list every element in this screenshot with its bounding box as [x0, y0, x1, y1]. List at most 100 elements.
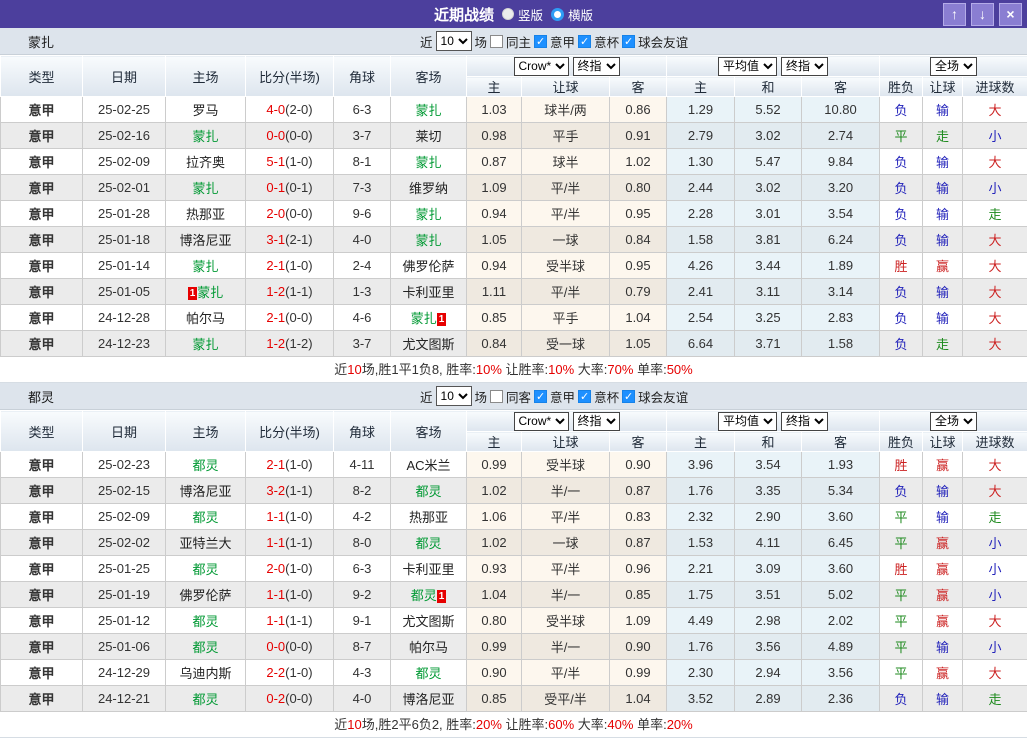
- avg-away-cell: 10.80: [802, 97, 880, 123]
- home-team-cell: 都灵: [166, 452, 246, 478]
- team-name-text: 都灵1: [411, 588, 447, 603]
- move-up-button[interactable]: ↑: [943, 3, 966, 26]
- avg-source-header: 平均值终指: [667, 411, 880, 432]
- promotion-badge: 1: [437, 590, 447, 603]
- layout-radio-horizontal[interactable]: 横版: [551, 5, 593, 24]
- team-name-text: 尤文图斯: [402, 614, 454, 629]
- sub-column-header-5: 客: [802, 77, 880, 97]
- corner-cell: 8-1: [334, 149, 391, 175]
- result-handicap-cell: 走: [923, 331, 963, 357]
- date-cell: 25-01-14: [83, 253, 166, 279]
- away-team-cell: 佛罗伦萨: [391, 253, 467, 279]
- avg-home-cell: 4.49: [667, 608, 735, 634]
- avg-company-select[interactable]: 平均值: [718, 57, 777, 76]
- team-name-text: 莱切: [415, 129, 441, 144]
- result-handicap-cell: 赢: [923, 556, 963, 582]
- result-outcome-cell: 胜: [880, 452, 923, 478]
- results-table: 类型日期主场比分(半场)角球客场Crow*终指平均值终指全场主让球客主和客胜负让…: [0, 55, 1027, 357]
- avg-away-cell: 9.84: [802, 149, 880, 175]
- team-name-text: 蒙扎: [415, 233, 441, 248]
- summary-row: 近10场,胜2平6负2, 胜率:20% 让胜率:60% 大率:40% 单率:20…: [0, 712, 1027, 738]
- radio-selected-icon[interactable]: [502, 8, 514, 20]
- scope-select[interactable]: 全场: [930, 57, 977, 76]
- result-handicap-cell: 赢: [923, 660, 963, 686]
- odds-mode-select[interactable]: 终指: [573, 57, 620, 76]
- column-header-4: 角球: [334, 411, 391, 452]
- table-row: 意甲24-12-29乌迪内斯2-2(1-0)4-3都灵0.90平/半0.992.…: [1, 660, 1027, 686]
- odds-handicap-cell: 平/半: [522, 556, 610, 582]
- odds-handicap-cell: 平/半: [522, 660, 610, 686]
- odds-mode-select[interactable]: 终指: [573, 412, 620, 431]
- result-handicap-cell: 输: [923, 227, 963, 253]
- close-button[interactable]: ×: [999, 3, 1022, 26]
- corner-cell: 1-3: [334, 279, 391, 305]
- avg-home-cell: 1.53: [667, 530, 735, 556]
- league-checkbox-0[interactable]: ✓: [534, 390, 547, 403]
- odds-away-cell: 0.86: [610, 97, 667, 123]
- page-title: 近期战绩: [434, 4, 494, 25]
- team-name-text: 维罗纳: [409, 181, 448, 196]
- league-checkbox-1[interactable]: ✓: [578, 35, 591, 48]
- result-handicap-cell: 输: [923, 305, 963, 331]
- avg-mode-select[interactable]: 终指: [781, 412, 828, 431]
- layout-radio-vertical[interactable]: 竖版: [502, 5, 543, 24]
- column-header-4: 角球: [334, 56, 391, 97]
- table-row: 意甲24-12-21都灵0-2(0-0)4-0博洛尼亚0.85受平/半1.043…: [1, 686, 1027, 712]
- odds-away-cell: 0.85: [610, 582, 667, 608]
- result-handicap-cell: 输: [923, 634, 963, 660]
- sub-column-header-8: 进球数: [963, 432, 1027, 452]
- score-cell: 1-1(1-0): [246, 504, 334, 530]
- same-venue-checkbox[interactable]: [490, 35, 503, 48]
- avg-draw-cell: 4.11: [735, 530, 802, 556]
- date-cell: 25-02-09: [83, 149, 166, 175]
- move-down-button[interactable]: ↓: [971, 3, 994, 26]
- titlebar: 近期战绩 竖版 横版 ↑ ↓ ×: [0, 0, 1027, 28]
- score-cell: 4-0(2-0): [246, 97, 334, 123]
- away-team-cell: 蒙扎: [391, 227, 467, 253]
- league-checkbox-2[interactable]: ✓: [622, 390, 635, 403]
- away-team-cell: 博洛尼亚: [391, 686, 467, 712]
- result-goals-cell: 小: [963, 530, 1027, 556]
- team-name-text: 帕尔马: [186, 311, 225, 326]
- avg-draw-cell: 3.09: [735, 556, 802, 582]
- corner-cell: 6-3: [334, 556, 391, 582]
- away-team-cell: 都灵: [391, 530, 467, 556]
- team-name-text: AC米兰: [406, 458, 450, 473]
- league-cell: 意甲: [1, 660, 83, 686]
- scope-header: 全场: [880, 56, 1027, 77]
- table-row: 意甲25-02-01蒙扎0-1(0-1)7-3维罗纳1.09平/半0.802.4…: [1, 175, 1027, 201]
- scope-select[interactable]: 全场: [930, 412, 977, 431]
- same-venue-checkbox[interactable]: [490, 390, 503, 403]
- league-checkbox-0[interactable]: ✓: [534, 35, 547, 48]
- date-cell: 25-01-05: [83, 279, 166, 305]
- home-team-cell: 都灵: [166, 686, 246, 712]
- home-team-cell: 亚特兰大: [166, 530, 246, 556]
- score-cell: 1-2(1-2): [246, 331, 334, 357]
- away-team-cell: 维罗纳: [391, 175, 467, 201]
- home-team-cell: 1蒙扎: [166, 279, 246, 305]
- odds-handicap-cell: 平/半: [522, 279, 610, 305]
- result-outcome-cell: 平: [880, 634, 923, 660]
- sub-column-header-3: 主: [667, 77, 735, 97]
- result-goals-cell: 大: [963, 452, 1027, 478]
- match-count-select[interactable]: 10: [436, 31, 472, 51]
- avg-home-cell: 2.28: [667, 201, 735, 227]
- odds-company-select[interactable]: Crow*: [514, 412, 569, 431]
- result-outcome-cell: 负: [880, 175, 923, 201]
- avg-draw-cell: 3.02: [735, 123, 802, 149]
- radio-unselected-icon[interactable]: [551, 8, 564, 21]
- same-venue-label: 同客: [506, 387, 531, 406]
- sub-column-header-2: 客: [610, 77, 667, 97]
- odds-company-select[interactable]: Crow*: [514, 57, 569, 76]
- date-cell: 25-02-16: [83, 123, 166, 149]
- corner-cell: 8-7: [334, 634, 391, 660]
- avg-company-select[interactable]: 平均值: [718, 412, 777, 431]
- league-checkbox-2[interactable]: ✓: [622, 35, 635, 48]
- team-name-text: 乌迪内斯: [179, 666, 231, 681]
- result-outcome-cell: 负: [880, 686, 923, 712]
- avg-mode-select[interactable]: 终指: [781, 57, 828, 76]
- score-cell: 3-2(1-1): [246, 478, 334, 504]
- league-checkbox-1[interactable]: ✓: [578, 390, 591, 403]
- match-count-select[interactable]: 10: [436, 386, 472, 406]
- result-goals-cell: 走: [963, 504, 1027, 530]
